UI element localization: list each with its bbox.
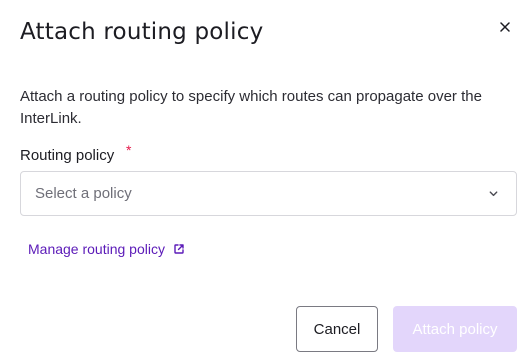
- external-link-icon: [173, 243, 185, 255]
- close-icon: [500, 22, 510, 32]
- required-indicator: *: [126, 142, 132, 158]
- chevron-down-icon: [486, 187, 500, 201]
- link-label: Manage routing policy: [28, 241, 165, 257]
- attach-routing-policy-dialog: Attach routing policy Attach a routing p…: [0, 0, 530, 364]
- cancel-button[interactable]: Cancel: [296, 306, 378, 352]
- routing-policy-label: Routing policy: [20, 147, 115, 164]
- close-button[interactable]: [494, 16, 516, 38]
- manage-routing-policy-link[interactable]: Manage routing policy: [28, 241, 185, 257]
- select-placeholder: Select a policy: [35, 185, 132, 202]
- routing-policy-select[interactable]: Select a policy: [20, 171, 517, 216]
- dialog-title: Attach routing policy: [20, 19, 264, 45]
- attach-policy-button[interactable]: Attach policy: [393, 306, 517, 352]
- dialog-description: Attach a routing policy to specify which…: [20, 88, 482, 127]
